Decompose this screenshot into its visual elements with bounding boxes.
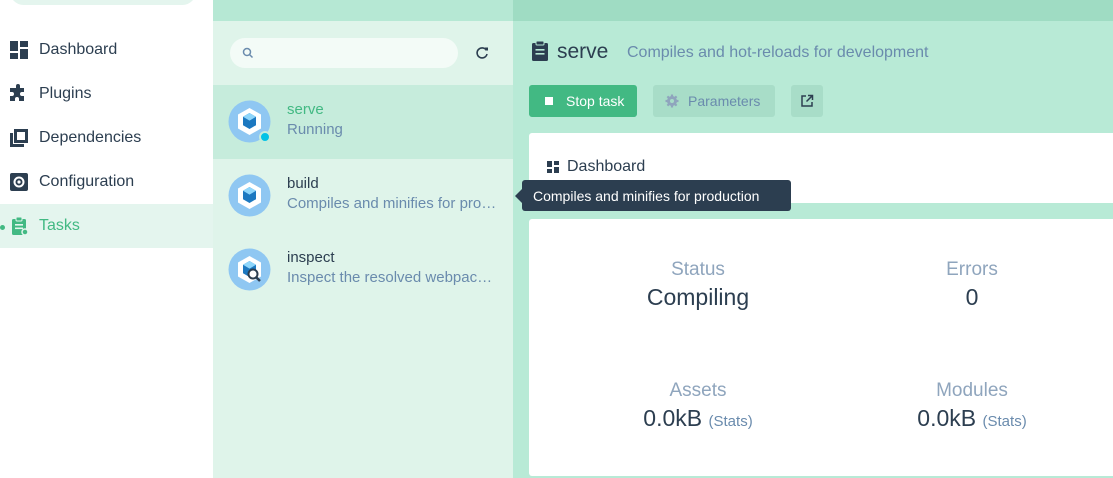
- task-item-serve[interactable]: serve Running: [213, 85, 513, 159]
- stat-status: Status Compiling: [573, 259, 823, 311]
- parameters-button[interactable]: Parameters: [653, 85, 775, 117]
- modules-size: 0.0kB: [917, 405, 977, 431]
- sidebar-top-pill[interactable]: [10, 0, 196, 5]
- stat-assets: Assets 0.0kB (Stats): [573, 380, 823, 432]
- left-sidebar: Dashboard Plugins Dependencies Configura…: [0, 0, 213, 478]
- task-description: Running: [287, 121, 343, 138]
- tasks-list-panel: serve Running build Compiles and minifie…: [213, 0, 513, 478]
- parameters-label: Parameters: [688, 93, 761, 109]
- sidebar-item-dashboard[interactable]: Dashboard: [0, 28, 213, 72]
- task-detail-panel: serve Compiles and hot-reloads for devel…: [513, 0, 1113, 478]
- stat-label: Status: [671, 259, 725, 280]
- task-name: serve: [287, 101, 324, 118]
- stat-value: 0.0kB (Stats): [573, 405, 823, 432]
- stats-link[interactable]: (Stats): [983, 413, 1027, 430]
- stat-label: Assets: [669, 380, 727, 401]
- stop-task-label: Stop task: [566, 93, 625, 109]
- task-name: inspect: [287, 249, 335, 266]
- refresh-icon[interactable]: [471, 42, 493, 64]
- sidebar-item-tasks[interactable]: Tasks: [0, 204, 213, 248]
- header-strip: [213, 0, 513, 21]
- stat-errors: Errors 0: [847, 259, 1097, 311]
- stats-card: Status Compiling Errors 0 Assets 0.0kB (…: [529, 219, 1113, 476]
- assets-size: 0.0kB: [643, 405, 703, 431]
- open-in-new-icon: [801, 94, 814, 107]
- dashboard-label: Dashboard: [567, 158, 646, 175]
- sidebar-item-label: Dependencies: [39, 129, 142, 146]
- sidebar-item-label: Configuration: [39, 173, 135, 190]
- task-name: build: [287, 175, 319, 192]
- sidebar-item-label: Tasks: [39, 217, 80, 234]
- puzzle-icon: [10, 84, 24, 101]
- library-books-icon: [10, 129, 28, 147]
- tooltip-arrow: [515, 189, 522, 203]
- stats-link[interactable]: (Stats): [709, 413, 753, 430]
- sidebar-item-label: Dashboard: [39, 41, 118, 58]
- active-indicator: [0, 225, 5, 230]
- webpack-inspect-icon: [228, 248, 271, 291]
- page-title: serve: [557, 40, 609, 63]
- tooltip-text: Compiles and minifies for production: [533, 187, 760, 204]
- webpack-icon: [228, 174, 271, 217]
- task-description: Compiles and minifies for production: [287, 195, 499, 212]
- task-tooltip: Compiles and minifies for production: [515, 180, 791, 211]
- stat-value: 0.0kB (Stats): [847, 405, 1097, 432]
- webpack-icon: [228, 100, 271, 143]
- stat-label: Errors: [946, 259, 998, 280]
- task-description: Inspect the resolved webpack config: [287, 269, 499, 286]
- task-item-inspect[interactable]: inspect Inspect the resolved webpack con…: [213, 233, 513, 307]
- clipboard-icon: [12, 216, 29, 236]
- clipboard-icon: [532, 40, 548, 61]
- gear-icon: [10, 173, 28, 191]
- sidebar-item-label: Plugins: [39, 85, 92, 102]
- sidebar-item-dependencies[interactable]: Dependencies: [0, 116, 213, 160]
- task-item-build[interactable]: build Compiles and minifies for producti…: [213, 159, 513, 233]
- stop-task-button[interactable]: Stop task: [529, 85, 637, 117]
- dashboard-icon: [547, 161, 559, 173]
- page-subtitle: Compiles and hot-reloads for development: [627, 44, 929, 61]
- stat-label: Modules: [936, 380, 1008, 401]
- dashboard-icon: [10, 41, 28, 59]
- stat-modules: Modules 0.0kB (Stats): [847, 380, 1097, 432]
- search-input[interactable]: [230, 38, 458, 68]
- sidebar-item-plugins[interactable]: Plugins: [0, 72, 213, 116]
- sidebar-item-configuration[interactable]: Configuration: [0, 160, 213, 204]
- stop-icon: [545, 97, 553, 105]
- search-icon: [242, 47, 254, 59]
- stat-value: 0: [965, 284, 979, 310]
- header-strip: [513, 0, 1113, 21]
- stat-value: Compiling: [646, 284, 750, 310]
- gear-icon: [665, 94, 679, 108]
- open-in-new-button[interactable]: [791, 85, 823, 117]
